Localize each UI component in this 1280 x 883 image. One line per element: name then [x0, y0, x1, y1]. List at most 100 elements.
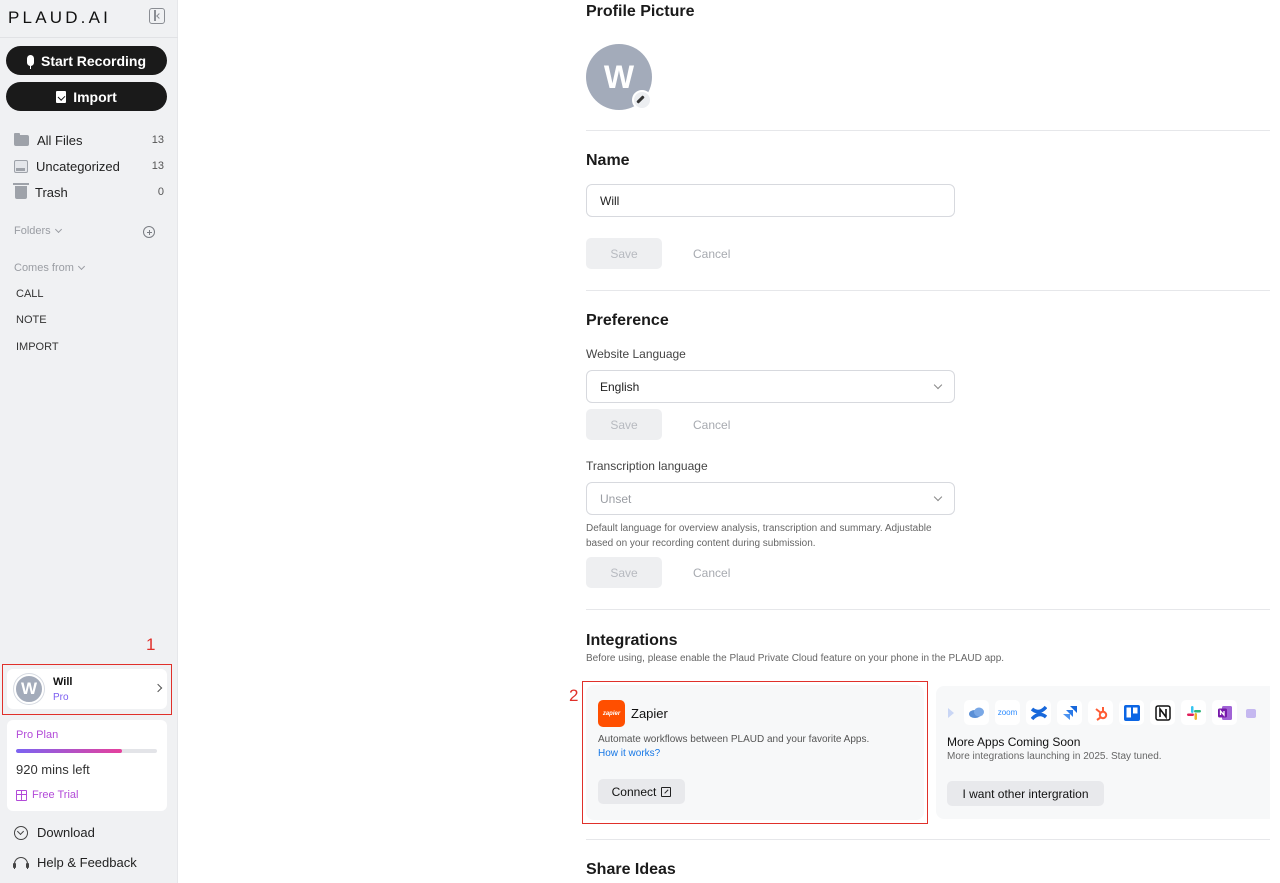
- more-apps-title: More Apps Coming Soon: [947, 735, 1081, 749]
- hubspot-icon: [1088, 700, 1113, 725]
- download-link[interactable]: Download: [14, 825, 95, 840]
- onedrive-icon: [964, 700, 989, 725]
- annotation-number-2: 2: [569, 686, 579, 705]
- headset-icon: [13, 856, 29, 869]
- website-language-select[interactable]: English: [586, 370, 955, 403]
- folders-label: Folders: [14, 225, 51, 237]
- pencil-icon: [636, 95, 645, 104]
- comes-from-section-toggle[interactable]: Comes from: [14, 262, 85, 274]
- inbox-icon: [14, 159, 28, 173]
- plaud-logo: PLAUD.AI: [8, 8, 112, 27]
- sidebar-item-label: Trash: [35, 184, 68, 200]
- chevron-down-icon: [933, 380, 943, 390]
- edit-avatar-button[interactable]: [632, 90, 652, 110]
- section-divider: [586, 839, 1270, 840]
- onenote-icon: [1212, 700, 1237, 725]
- zapier-connect-button[interactable]: Connect: [598, 779, 685, 804]
- sidebar: PLAUD.AI Start Recording Import All File…: [0, 0, 178, 883]
- gift-icon: [16, 789, 27, 801]
- section-divider: [586, 130, 1270, 131]
- cloud-icon: [944, 700, 958, 725]
- comes-from-label: Comes from: [14, 262, 74, 274]
- request-integration-button[interactable]: I want other intergration: [947, 781, 1104, 806]
- user-plan-badge: Pro: [53, 692, 69, 703]
- preference-title: Preference: [586, 312, 669, 329]
- name-cancel-button[interactable]: Cancel: [693, 247, 730, 261]
- website-language-label: Website Language: [586, 347, 686, 361]
- plan-mins-left: 920 mins left: [16, 762, 90, 777]
- microphone-icon: [26, 55, 34, 69]
- sidebar-item-trash[interactable]: Trash 0: [13, 181, 164, 203]
- user-profile-card[interactable]: W Will Pro: [7, 669, 167, 709]
- name-section-title: Name: [586, 152, 630, 169]
- transcription-hint: Default language for overview analysis, …: [586, 521, 958, 551]
- start-recording-button[interactable]: Start Recording: [6, 46, 167, 75]
- more-apps-subtitle: More integrations launching in 2025. Sta…: [947, 751, 1162, 762]
- website-language-value: English: [600, 379, 640, 394]
- external-link-icon: [661, 786, 672, 797]
- trello-icon: [1119, 700, 1144, 725]
- transcription-language-label: Transcription language: [586, 459, 708, 473]
- sidebar-divider: [0, 37, 178, 38]
- free-trial-link[interactable]: Free Trial: [16, 789, 78, 801]
- plan-card: Pro Plan 920 mins left Free Trial: [7, 720, 167, 811]
- jira-icon: [1057, 700, 1082, 725]
- import-file-icon: [56, 90, 67, 103]
- zoom-icon: zoom: [995, 700, 1020, 725]
- section-divider: [586, 609, 1270, 610]
- app-icons-row: zoom: [944, 700, 1257, 725]
- download-label: Download: [37, 825, 95, 840]
- section-divider: [586, 290, 1270, 291]
- source-item-import[interactable]: IMPORT: [16, 341, 59, 353]
- help-feedback-link[interactable]: Help & Feedback: [13, 855, 137, 870]
- zapier-title: Zapier: [631, 706, 668, 721]
- name-save-button[interactable]: Save: [586, 238, 662, 269]
- profile-picture-title: Profile Picture: [586, 3, 695, 20]
- source-item-note[interactable]: NOTE: [16, 314, 47, 326]
- chevron-down-icon: [54, 225, 62, 234]
- folders-section-toggle[interactable]: Folders: [14, 225, 62, 237]
- sidebar-collapse-icon[interactable]: [149, 8, 165, 24]
- trash-icon: [13, 182, 29, 199]
- sidebar-item-label: Uncategorized: [36, 158, 120, 174]
- plan-usage-bar: [16, 749, 157, 753]
- sidebar-item-count: 13: [151, 134, 164, 146]
- sidebar-item-label: All Files: [37, 132, 83, 148]
- source-item-call[interactable]: CALL: [16, 288, 44, 300]
- avatar: W: [14, 674, 44, 704]
- zapier-integration-card: zapier Zapier Automate workflows between…: [586, 685, 924, 820]
- plan-usage-fill: [16, 749, 122, 753]
- import-button[interactable]: Import: [6, 82, 167, 111]
- plan-title: Pro Plan: [16, 729, 59, 741]
- start-recording-label: Start Recording: [40, 52, 146, 69]
- chevron-down-icon: [77, 262, 85, 271]
- import-label: Import: [73, 88, 117, 105]
- transcription-save-button[interactable]: Save: [586, 557, 662, 588]
- teams-icon: [1243, 700, 1257, 725]
- zapier-description: Automate workflows between PLAUD and you…: [598, 734, 870, 745]
- zapier-logo: zapier: [598, 700, 625, 727]
- integrations-note: Before using, please enable the Plaud Pr…: [586, 653, 1005, 664]
- folder-icon: [14, 132, 29, 146]
- name-input[interactable]: Will: [586, 184, 955, 217]
- transcription-language-value: Unset: [600, 491, 632, 506]
- sidebar-item-count: 13: [151, 160, 164, 172]
- add-folder-icon[interactable]: [143, 226, 155, 238]
- sidebar-item-uncategorized[interactable]: Uncategorized 13: [14, 155, 164, 177]
- chevron-right-icon: [153, 683, 163, 693]
- language-cancel-button[interactable]: Cancel: [693, 418, 730, 432]
- language-save-button[interactable]: Save: [586, 409, 662, 440]
- annotation-number-1: 1: [146, 635, 156, 654]
- transcription-language-select[interactable]: Unset: [586, 482, 955, 515]
- confluence-icon: [1026, 700, 1051, 725]
- chevron-down-icon: [933, 492, 943, 502]
- transcription-cancel-button[interactable]: Cancel: [693, 566, 730, 580]
- hint-line: Default language for overview analysis, …: [586, 523, 932, 534]
- share-ideas-title: Share Ideas: [586, 861, 676, 878]
- download-icon: [14, 825, 28, 840]
- how-it-works-link[interactable]: How it works?: [598, 748, 660, 759]
- slack-icon: [1181, 700, 1206, 725]
- sidebar-item-all-files[interactable]: All Files 13: [14, 129, 164, 151]
- help-feedback-label: Help & Feedback: [37, 855, 137, 870]
- sidebar-item-count: 0: [157, 186, 164, 198]
